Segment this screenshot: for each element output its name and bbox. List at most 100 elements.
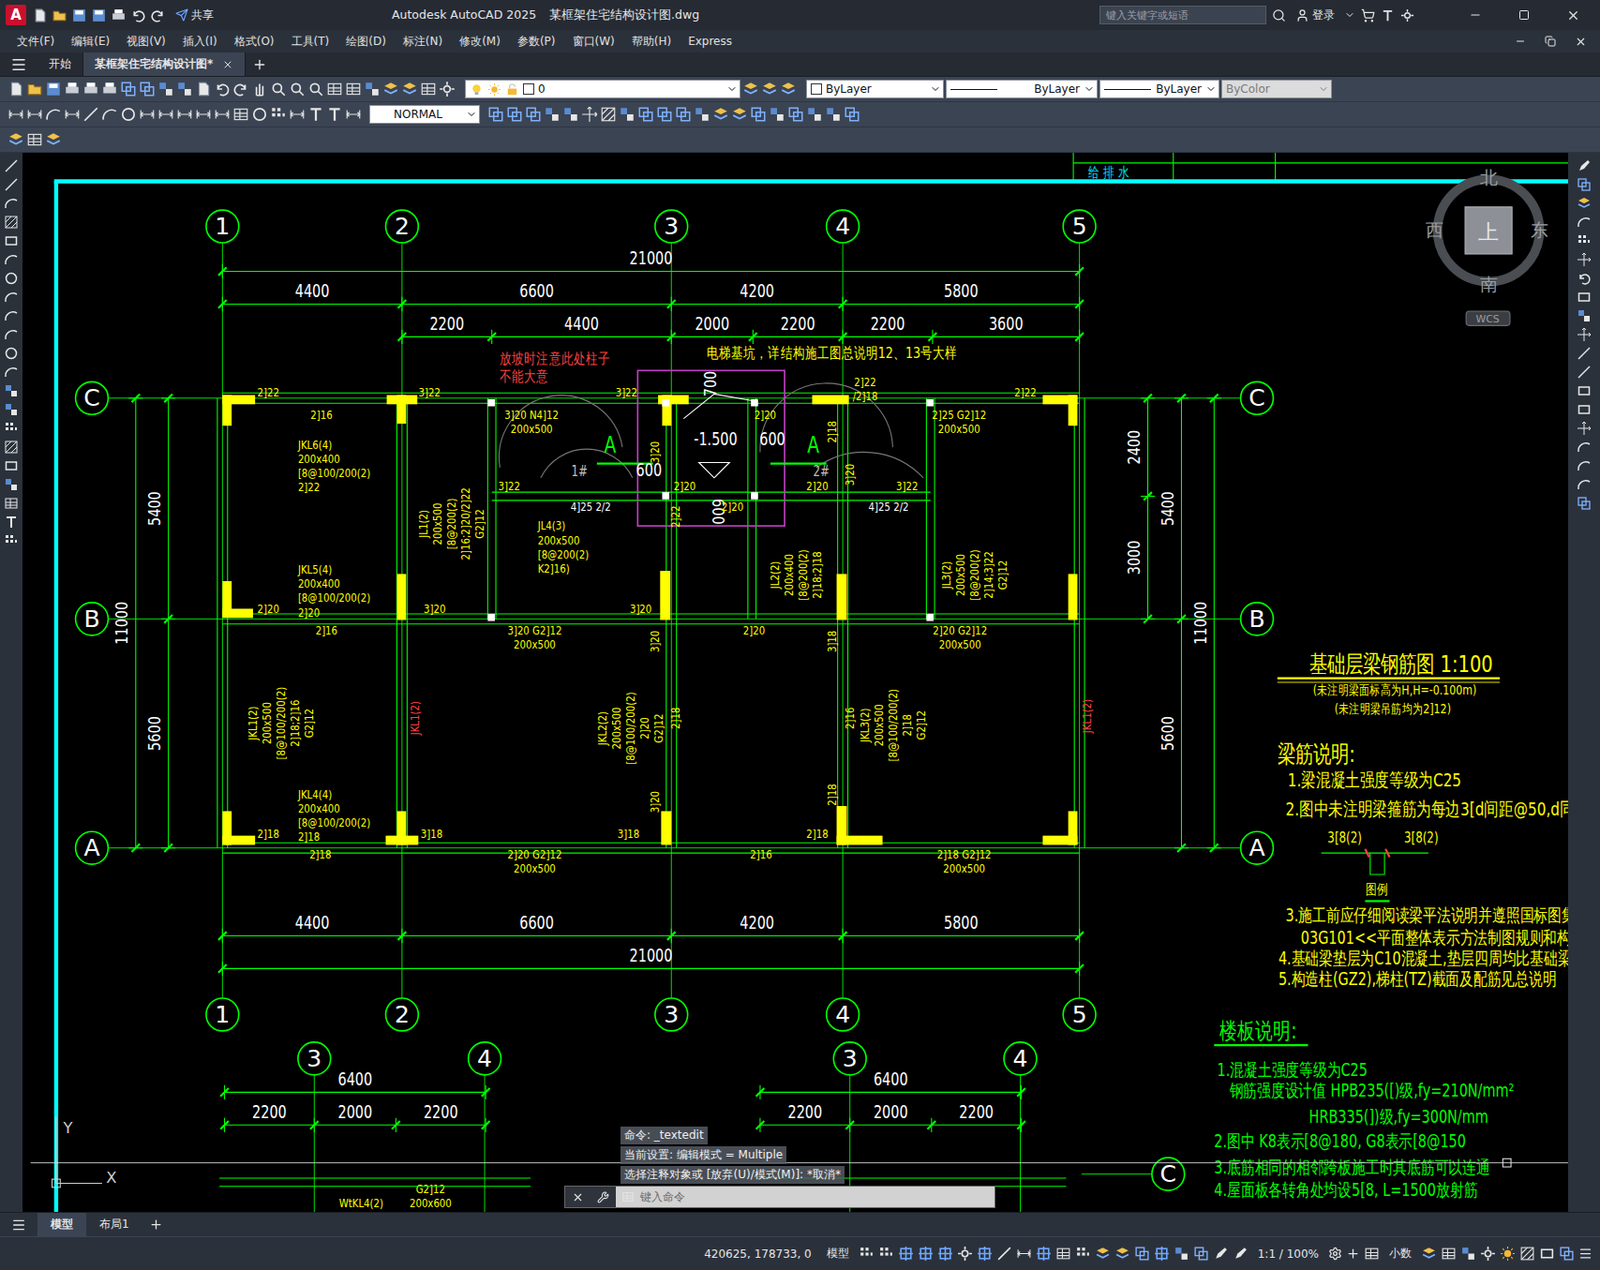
zoom-icon[interactable]	[288, 80, 306, 98]
copy-icon[interactable]	[1558, 1245, 1575, 1262]
dim-icon[interactable]	[26, 105, 44, 123]
layer-icon[interactable]	[712, 105, 730, 123]
menu-item[interactable]: 参数(P)	[517, 33, 556, 50]
drawing-canvas[interactable]: 2100044006600420058002200440020002200220…	[22, 152, 1569, 1212]
table-icon[interactable]	[1055, 1245, 1072, 1262]
undo-icon[interactable]	[1576, 270, 1592, 286]
redo-icon[interactable]	[232, 80, 250, 98]
arc-icon[interactable]	[1576, 214, 1592, 230]
block-icon[interactable]	[1173, 1245, 1190, 1262]
dim-icon[interactable]	[194, 105, 212, 123]
line-icon[interactable]	[1576, 345, 1592, 361]
block-icon[interactable]	[768, 105, 786, 123]
block-icon[interactable]	[157, 80, 175, 98]
print-icon[interactable]	[63, 80, 81, 98]
menu-item[interactable]: 绘图(D)	[345, 33, 387, 50]
block-icon[interactable]	[3, 477, 19, 493]
dim-icon[interactable]	[1016, 1245, 1032, 1262]
hatch-icon[interactable]	[599, 105, 617, 123]
viewcube[interactable]: 上北南东西WCS	[1425, 167, 1549, 327]
annotation-scale[interactable]: 1:1 / 100%	[1252, 1247, 1325, 1261]
print-icon[interactable]	[110, 7, 127, 24]
table-icon[interactable]	[26, 131, 44, 149]
arc-icon[interactable]	[101, 105, 119, 123]
line-icon[interactable]	[3, 177, 19, 193]
block-icon[interactable]	[363, 80, 381, 98]
print-icon[interactable]	[82, 80, 100, 98]
arc-icon[interactable]	[1576, 458, 1592, 474]
copy-icon[interactable]	[656, 105, 673, 123]
save-icon[interactable]	[44, 80, 62, 98]
table-icon[interactable]	[232, 105, 250, 123]
block-icon[interactable]	[806, 105, 823, 123]
block-icon[interactable]	[3, 402, 19, 418]
block-icon[interactable]	[562, 105, 580, 123]
text-icon[interactable]	[326, 105, 344, 123]
rect-icon[interactable]	[3, 458, 19, 474]
table-icon[interactable]	[326, 80, 344, 98]
text-icon[interactable]	[3, 514, 19, 530]
dim-icon[interactable]	[7, 105, 25, 123]
layer-icon[interactable]	[382, 80, 400, 98]
circle-icon[interactable]	[119, 105, 137, 123]
copy-icon[interactable]	[1576, 177, 1592, 193]
file-icon[interactable]	[194, 80, 212, 98]
arc-icon[interactable]	[1576, 439, 1592, 455]
layer-icon[interactable]	[401, 80, 419, 98]
plot-style-dropdown[interactable]: ByColor	[1221, 79, 1332, 99]
menu-item[interactable]: 插入(I)	[182, 33, 218, 50]
space-toggle[interactable]: 模型	[821, 1245, 855, 1262]
layer-icon[interactable]	[779, 80, 797, 98]
search-icon[interactable]	[1271, 8, 1286, 23]
color-dropdown[interactable]: ByLayer	[806, 79, 944, 99]
gear-icon[interactable]	[1480, 1245, 1496, 1262]
layout-menu-button[interactable]	[0, 1212, 38, 1237]
grid-icon[interactable]	[3, 420, 19, 436]
rect-icon[interactable]	[1539, 1245, 1556, 1262]
copy-icon[interactable]	[119, 80, 137, 98]
dim-icon[interactable]	[344, 105, 362, 123]
sun-icon[interactable]	[1499, 1245, 1516, 1262]
dropdown-icon[interactable]	[1344, 9, 1356, 21]
command-input[interactable]: 键入命令	[615, 1186, 995, 1208]
menu-item[interactable]: 格式(O)	[234, 33, 275, 50]
search-box[interactable]: 键入关键字或短语	[1099, 5, 1267, 25]
copy-icon[interactable]	[749, 105, 767, 123]
layer-icon[interactable]	[731, 105, 748, 123]
layer-icon[interactable]	[1094, 1245, 1111, 1262]
copy-icon[interactable]	[524, 105, 542, 123]
table-icon[interactable]	[621, 1190, 635, 1204]
app-menu-button[interactable]	[0, 52, 38, 76]
line-icon[interactable]	[996, 1245, 1013, 1262]
dim-icon[interactable]	[157, 105, 175, 123]
menu-item[interactable]: 文件(F)	[16, 33, 55, 50]
folder-icon[interactable]	[26, 80, 44, 98]
layer-dropdown[interactable]: 0	[464, 79, 741, 99]
file-tab[interactable]: 某框架住宅结构设计图*	[83, 52, 246, 76]
dim-icon[interactable]	[213, 105, 231, 123]
move-icon[interactable]	[581, 105, 599, 123]
file-icon[interactable]	[7, 80, 25, 98]
gear-icon[interactable]	[957, 1245, 973, 1262]
dim-icon[interactable]	[63, 105, 81, 123]
plus-icon[interactable]	[1345, 1246, 1361, 1261]
block-icon[interactable]	[543, 105, 561, 123]
layer-icon[interactable]	[761, 80, 778, 98]
maximize-button[interactable]	[1502, 0, 1546, 30]
hatch-icon[interactable]	[3, 439, 19, 455]
block-icon[interactable]	[176, 80, 194, 98]
block-icon[interactable]	[1576, 308, 1592, 324]
copy-icon[interactable]	[138, 80, 156, 98]
copy-icon[interactable]	[1193, 1245, 1210, 1262]
grid-icon[interactable]	[878, 1245, 895, 1262]
close-icon[interactable]	[1574, 35, 1587, 48]
menu-item[interactable]: 编辑(E)	[71, 33, 110, 50]
grid-icon[interactable]	[1576, 233, 1592, 249]
line-icon[interactable]	[1576, 364, 1592, 380]
save-icon[interactable]	[71, 7, 88, 24]
move-icon[interactable]	[1576, 327, 1592, 343]
layer-icon[interactable]	[1576, 195, 1592, 211]
zoom-icon[interactable]	[307, 80, 325, 98]
gear-icon[interactable]	[1328, 1246, 1343, 1261]
gear-icon[interactable]	[1400, 8, 1415, 23]
